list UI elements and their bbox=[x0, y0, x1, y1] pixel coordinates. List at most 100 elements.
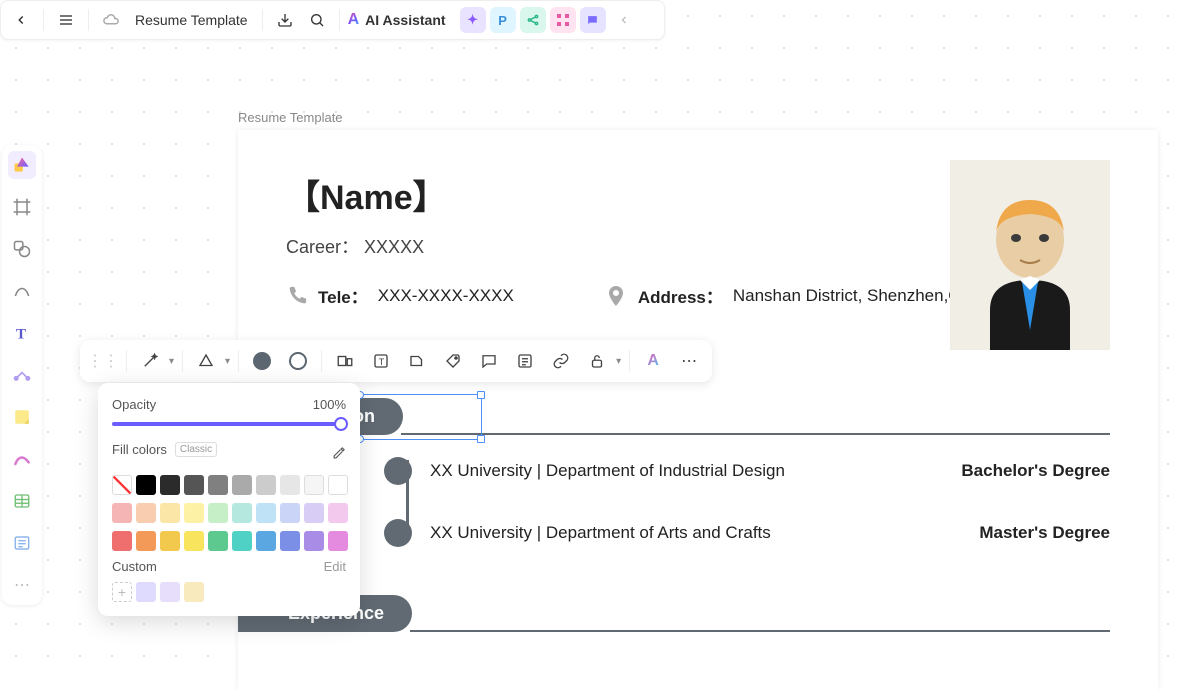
color-swatch[interactable] bbox=[256, 475, 276, 495]
color-swatch[interactable] bbox=[160, 503, 180, 523]
custom-color-swatch[interactable] bbox=[184, 582, 204, 602]
color-swatch[interactable] bbox=[256, 531, 276, 551]
education-row[interactable]: 20XX/XX XX University | Department of In… bbox=[286, 457, 1110, 485]
download-button[interactable] bbox=[271, 6, 299, 34]
color-swatch[interactable] bbox=[136, 503, 156, 523]
align-button[interactable] bbox=[330, 346, 360, 376]
opacity-label: Opacity bbox=[112, 397, 156, 412]
text-block-tool[interactable] bbox=[8, 529, 36, 557]
search-button[interactable] bbox=[303, 6, 331, 34]
note-button[interactable] bbox=[510, 346, 540, 376]
magic-tool-button[interactable] bbox=[135, 346, 165, 376]
more-button[interactable]: ⋯ bbox=[674, 346, 704, 376]
chevron-down-icon[interactable]: ▾ bbox=[616, 356, 621, 367]
color-swatch[interactable] bbox=[328, 503, 348, 523]
edu-school: XX University | Department of Arts and C… bbox=[430, 523, 961, 543]
color-swatch[interactable] bbox=[328, 531, 348, 551]
menu-button[interactable] bbox=[52, 6, 80, 34]
connector-tool[interactable] bbox=[8, 361, 36, 389]
color-popover: Opacity 100% Fill colors Classic Custom … bbox=[98, 383, 360, 616]
text-tool[interactable]: T bbox=[8, 319, 36, 347]
svg-text:T: T bbox=[16, 326, 26, 342]
shape-type-button[interactable] bbox=[191, 346, 221, 376]
pen-tool[interactable] bbox=[8, 445, 36, 473]
color-swatch[interactable] bbox=[112, 475, 132, 495]
ai-assistant-label[interactable]: AI Assistant bbox=[365, 12, 445, 28]
color-swatch[interactable] bbox=[136, 475, 156, 495]
tool-chip-share[interactable] bbox=[520, 7, 546, 33]
color-swatch[interactable] bbox=[304, 503, 324, 523]
document-title[interactable]: Resume Template bbox=[129, 12, 254, 28]
custom-color-swatch[interactable] bbox=[136, 582, 156, 602]
tele-item[interactable]: Tele： XXX-XXXX-XXXX bbox=[286, 283, 514, 308]
color-swatch[interactable] bbox=[328, 475, 348, 495]
frame-tool[interactable] bbox=[8, 193, 36, 221]
color-swatch[interactable] bbox=[208, 475, 228, 495]
table-tool[interactable] bbox=[8, 487, 36, 515]
context-toolbar: ⋮⋮ ▾ ▾ T ▾ A ⋯ bbox=[80, 340, 712, 382]
tool-chip-comment[interactable] bbox=[580, 7, 606, 33]
color-swatch[interactable] bbox=[280, 503, 300, 523]
address-item[interactable]: Address： Nanshan District, Shenzhen,Chin… bbox=[604, 283, 993, 308]
fill-color-button[interactable] bbox=[247, 346, 277, 376]
color-swatch[interactable] bbox=[160, 531, 180, 551]
color-swatch[interactable] bbox=[232, 475, 252, 495]
back-button[interactable] bbox=[7, 6, 35, 34]
color-swatch[interactable] bbox=[208, 503, 228, 523]
opacity-slider[interactable] bbox=[112, 422, 346, 426]
cloud-sync-icon[interactable] bbox=[97, 6, 125, 34]
more-tools[interactable]: ⋯ bbox=[8, 571, 36, 599]
text-box-button[interactable]: T bbox=[366, 346, 396, 376]
slider-thumb[interactable] bbox=[334, 417, 348, 431]
career-value: XXXXX bbox=[364, 237, 424, 257]
swatch-grid bbox=[112, 503, 346, 523]
chevron-down-icon[interactable]: ▾ bbox=[169, 356, 174, 367]
color-swatch[interactable] bbox=[232, 531, 252, 551]
eyedropper-button[interactable] bbox=[331, 446, 346, 461]
comment-button[interactable] bbox=[474, 346, 504, 376]
fill-mode-tag[interactable]: Classic bbox=[175, 442, 217, 457]
circle-shape-tool[interactable] bbox=[8, 235, 36, 263]
color-swatch[interactable] bbox=[280, 531, 300, 551]
color-swatch[interactable] bbox=[184, 531, 204, 551]
curve-tool[interactable] bbox=[8, 277, 36, 305]
tool-chip-qr[interactable] bbox=[550, 7, 576, 33]
swatch-grid bbox=[112, 475, 346, 495]
edu-school: XX University | Department of Industrial… bbox=[430, 461, 943, 481]
divider bbox=[262, 9, 263, 31]
fill-colors-label: Fill colors bbox=[112, 442, 167, 457]
custom-color-swatch[interactable] bbox=[160, 582, 180, 602]
color-swatch[interactable] bbox=[112, 531, 132, 551]
color-swatch[interactable] bbox=[184, 503, 204, 523]
color-swatch[interactable] bbox=[280, 475, 300, 495]
label-button[interactable] bbox=[402, 346, 432, 376]
stroke-color-button[interactable] bbox=[283, 346, 313, 376]
color-swatch[interactable] bbox=[304, 531, 324, 551]
career-label: Career： bbox=[286, 237, 359, 257]
lock-button[interactable] bbox=[582, 346, 612, 376]
color-swatch[interactable] bbox=[160, 475, 180, 495]
color-swatch[interactable] bbox=[184, 475, 204, 495]
education-row[interactable]: 20XX/XX XX University | Department of Ar… bbox=[286, 519, 1110, 547]
add-custom-color-button[interactable]: + bbox=[112, 582, 132, 602]
sticky-note-tool[interactable] bbox=[8, 403, 36, 431]
color-swatch[interactable] bbox=[232, 503, 252, 523]
drag-handle-icon[interactable]: ⋮⋮ bbox=[88, 346, 118, 376]
color-swatch[interactable] bbox=[136, 531, 156, 551]
resume-page[interactable]: 【Name】 Career： XXXXX Tele： XXX-XXXX-XXXX… bbox=[238, 130, 1158, 690]
collapse-toolbar-button[interactable] bbox=[610, 6, 638, 34]
left-toolbar: T ⋯ bbox=[2, 145, 42, 605]
avatar-placeholder[interactable] bbox=[950, 160, 1110, 350]
tool-chip-p[interactable]: P bbox=[490, 7, 516, 33]
color-swatch[interactable] bbox=[208, 531, 228, 551]
ai-suggest-button[interactable]: A bbox=[638, 346, 668, 376]
link-button[interactable] bbox=[546, 346, 576, 376]
chevron-down-icon[interactable]: ▾ bbox=[225, 356, 230, 367]
color-swatch[interactable] bbox=[304, 475, 324, 495]
tag-button[interactable] bbox=[438, 346, 468, 376]
color-swatch[interactable] bbox=[112, 503, 132, 523]
edit-custom-button[interactable]: Edit bbox=[324, 559, 346, 574]
shape-tool[interactable] bbox=[8, 151, 36, 179]
tool-chip-sparkle[interactable]: ✦ bbox=[460, 7, 486, 33]
color-swatch[interactable] bbox=[256, 503, 276, 523]
